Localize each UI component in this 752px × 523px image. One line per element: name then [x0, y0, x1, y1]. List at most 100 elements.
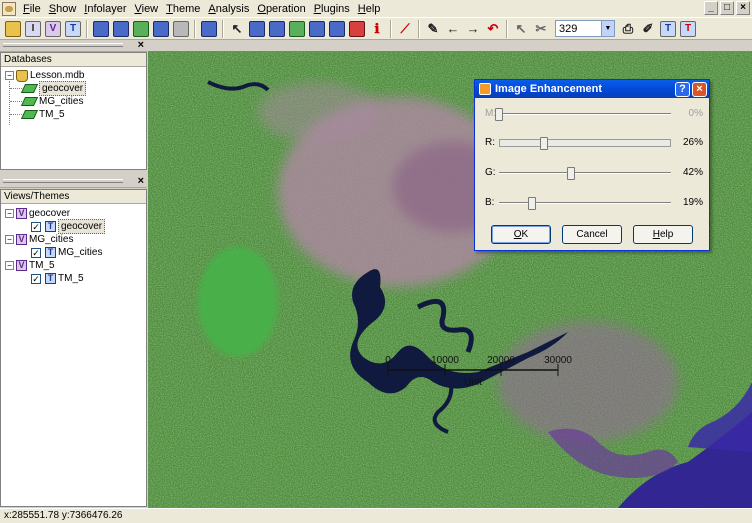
slider-thumb[interactable] [540, 137, 549, 150]
export-icon[interactable] [113, 20, 129, 37]
view-icon[interactable]: V [45, 20, 61, 37]
view-name: TM_5 [29, 260, 55, 271]
cancel-button[interactable]: Cancel [562, 225, 622, 244]
collapse-icon[interactable]: − [5, 71, 14, 80]
text-style-icon[interactable]: T [680, 20, 696, 37]
views-panel-header: × [0, 175, 147, 188]
collapse-icon[interactable]: − [5, 209, 14, 218]
tree-node-theme[interactable]: ✓ T MG_cities [5, 246, 146, 259]
info-icon[interactable]: ℹ [369, 21, 385, 37]
hand-icon[interactable] [349, 20, 365, 37]
view-icon: V [16, 208, 27, 219]
table-icon[interactable] [173, 20, 189, 37]
scale-label: 10000 [431, 355, 459, 366]
tree-node-layer[interactable]: TM_5 [5, 108, 146, 121]
toolbar-separator [194, 19, 196, 38]
databases-title: Databases [1, 53, 146, 67]
close-icon[interactable]: × [692, 82, 707, 97]
zoom-out-icon[interactable] [269, 20, 285, 37]
close-button[interactable]: × [736, 1, 750, 15]
undo-icon[interactable]: ↶ [485, 21, 501, 37]
theme-visible-checkbox[interactable]: ✓ [31, 273, 41, 284]
restore-button[interactable]: □ [720, 1, 734, 15]
slider-label: G: [485, 167, 496, 178]
theme-visible-checkbox[interactable]: ✓ [31, 221, 41, 232]
layer-name: geocover [39, 81, 87, 96]
cut-icon[interactable]: ✂ [533, 21, 549, 37]
toolbar-separator [506, 19, 508, 38]
slider-thumb[interactable] [527, 197, 536, 210]
tree-node-view[interactable]: − V MG_cities [5, 233, 146, 246]
map-icon[interactable] [153, 20, 169, 37]
collapse-icon[interactable]: − [5, 235, 14, 244]
layer-name: MG_cities [39, 96, 84, 107]
pen-icon[interactable]: ✎ [425, 21, 441, 37]
menu-analysis[interactable]: Analysis [204, 0, 253, 18]
status-bar: x:285551.78 y:7366476.26 [0, 508, 752, 523]
theme-visible-checkbox[interactable]: ✓ [31, 247, 41, 258]
panel-grip[interactable] [3, 43, 123, 47]
view-name: MG_cities [29, 234, 74, 245]
back-arrow-icon[interactable]: ← [445, 21, 461, 37]
layer-icon [20, 97, 39, 106]
menu-theme[interactable]: Theme [162, 0, 204, 18]
menu-infolayer[interactable]: Infolayer [80, 0, 130, 18]
dialog-titlebar[interactable]: Image Enhancement [475, 80, 709, 98]
database-icon[interactable] [5, 20, 21, 37]
forest-area [198, 247, 278, 357]
panel-grip[interactable] [3, 179, 123, 183]
tree-node-view[interactable]: − V TM_5 [5, 259, 146, 272]
toolbar-separator [418, 19, 420, 38]
collapse-icon[interactable]: − [5, 261, 14, 270]
layer-icon [20, 110, 39, 119]
ok-button[interactable]: OK [491, 225, 551, 244]
draw-icon[interactable]: ✐ [640, 21, 656, 37]
tree-node-layer[interactable]: MG_cities [5, 95, 146, 108]
slider-g: G: 42% [485, 167, 703, 180]
slider-value: 26% [682, 137, 703, 148]
help-icon[interactable]: ? [675, 82, 690, 97]
menu-file[interactable]: File [19, 0, 45, 18]
print-icon[interactable]: ⎙ [620, 21, 636, 37]
zoom-combo[interactable]: 329 ▼ [555, 20, 615, 37]
menu-show[interactable]: Show [45, 0, 81, 18]
tree-node-theme[interactable]: ✓ T TM_5 [5, 272, 146, 285]
chevron-down-icon[interactable]: ▼ [601, 21, 614, 36]
view-icon: V [16, 234, 27, 245]
select-arrow-icon[interactable]: ↖ [513, 21, 529, 37]
tree-node-theme[interactable]: ✓ T geocover [5, 219, 146, 234]
minimize-button[interactable]: _ [704, 1, 718, 15]
menu-help[interactable]: Help [354, 0, 385, 18]
infolayer-icon[interactable]: I [25, 20, 41, 37]
fit-icon[interactable] [329, 20, 345, 37]
zoom-area-icon[interactable] [289, 20, 305, 37]
zoom-value[interactable]: 329 [556, 23, 601, 35]
menu-plugins[interactable]: Plugins [310, 0, 354, 18]
close-icon[interactable]: × [138, 175, 144, 187]
tree-node-layer[interactable]: geocover [5, 81, 146, 96]
text-icon[interactable]: T [660, 20, 676, 37]
pointer-icon[interactable]: ↖ [229, 21, 245, 37]
views-panel: Views/Themes − V geocover ✓ T geocover −… [0, 189, 147, 507]
pan-icon[interactable] [309, 20, 325, 37]
edit-line-icon[interactable]: ⟋ [397, 21, 413, 37]
forward-arrow-icon[interactable]: → [465, 21, 481, 37]
scale-unit: Unit [464, 377, 482, 388]
layer-name: TM_5 [39, 109, 65, 120]
theme-name: TM_5 [58, 273, 84, 284]
grid-icon[interactable] [201, 20, 217, 37]
help-button[interactable]: Help [633, 225, 693, 244]
slider-thumb[interactable] [567, 167, 576, 180]
zoom-in-icon[interactable] [249, 20, 265, 37]
slider-thumb[interactable] [495, 108, 503, 121]
menu-view[interactable]: View [130, 0, 162, 18]
menu-operation[interactable]: Operation [253, 0, 309, 18]
toolbar-separator [222, 19, 224, 38]
scale-label: 30000 [544, 355, 572, 366]
import-icon[interactable] [93, 20, 109, 37]
close-icon[interactable]: × [138, 39, 144, 51]
dialog-title: Image Enhancement [495, 83, 602, 95]
theme-icon[interactable]: T [65, 20, 81, 37]
slider-track [499, 167, 671, 180]
save-icon[interactable] [133, 20, 149, 37]
